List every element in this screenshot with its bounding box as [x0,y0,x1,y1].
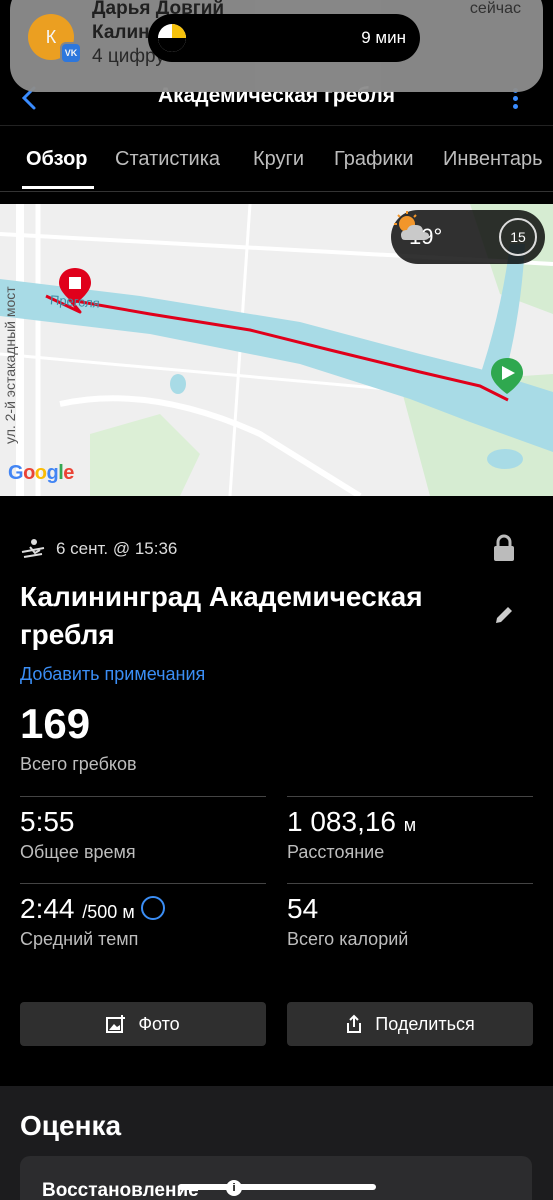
lock-icon[interactable] [493,534,515,562]
road-label: ул. 2-й эстакадный мост [2,286,18,444]
notification-time: сейчас [469,0,521,17]
pencil-icon[interactable] [493,604,515,626]
tab-statistics[interactable]: Статистика [115,148,220,171]
route-map[interactable]: Преголя ул. 2-й эстакадный мост 19° 15 G… [0,204,553,496]
strokes-label: Всего гребков [20,754,137,774]
distance-label: Расстояние [287,842,385,862]
distance-value: 1 083,16 м [287,806,417,837]
island-text: 9 мин [361,28,406,47]
vk-app-icon: VK [60,42,82,64]
timer-icon [158,24,186,52]
calories-value: 54 [287,893,319,924]
divider [20,796,266,797]
partly-cloudy-icon [394,211,429,240]
home-indicator[interactable] [178,1184,376,1190]
weather-widget[interactable]: 19° 15 [391,210,545,264]
tab-laps[interactable]: Круги [253,148,304,171]
avg-pace-value: 2:44 /500 м [20,893,165,925]
avg-pace-label: Средний темп [20,929,139,949]
start-marker-icon [491,358,523,394]
tab-overview[interactable]: Обзор [26,148,88,171]
rating-section: Оценка Восстановление [0,1086,553,1200]
rating-card[interactable]: Восстановление [20,1156,532,1200]
share-button[interactable]: Поделиться [287,1002,533,1046]
info-icon[interactable]: i [226,1180,242,1196]
divider [287,796,533,797]
pace-info-icon[interactable] [140,895,165,920]
google-logo: Google [8,462,74,484]
tab-gear[interactable]: Инвентарь [443,148,543,171]
total-time-label: Общее время [20,842,136,862]
calories-label: Всего калорий [287,929,409,949]
share-icon [347,1014,362,1033]
strokes-value: 169 [20,700,91,747]
tab-charts[interactable]: Графики [334,148,414,171]
divider [20,883,266,884]
activity-title: Калининград Академическая гребля [20,581,423,650]
weather-index-badge: 15 [499,218,537,256]
activity-date-row: 6 сент. @ 15:36 [20,538,177,560]
activity-date: 6 сент. @ 15:36 [56,539,178,558]
rowing-icon [21,539,45,558]
add-photo-button[interactable]: Фото [20,1002,266,1046]
active-tab-indicator [22,186,94,189]
activity-details: 6 сент. @ 15:36 Калининград Академическа… [0,496,553,1096]
add-photo-icon [106,1015,126,1033]
tab-bar: Обзор Статистика Круги Графики Инвентарь [0,126,553,192]
add-notes-link[interactable]: Добавить примечания [20,664,205,685]
rating-title: Оценка [20,1110,122,1141]
dynamic-island[interactable]: 9 мин [148,14,420,62]
recovery-label: Восстановление [42,1180,199,1200]
divider [287,883,533,884]
notification-subtitle: Калин [92,22,150,43]
total-time-value: 5:55 [20,806,75,837]
